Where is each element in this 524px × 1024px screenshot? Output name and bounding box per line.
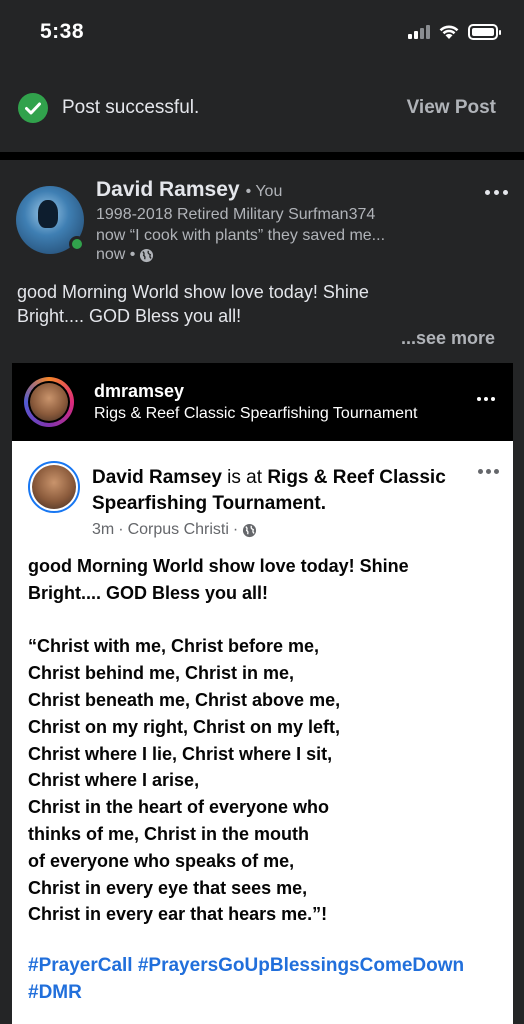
you-badge: • You (245, 183, 283, 200)
post-header: David Ramsey • You 1998-2018 Retired Mil… (16, 178, 510, 268)
post-success-banner: Post successful. View Post (0, 64, 524, 152)
hashtag-link[interactable]: #PrayerCall (28, 955, 133, 976)
instagram-username[interactable]: dmramsey (94, 381, 417, 402)
instagram-header: dmramsey Rigs & Reef Classic Spearfishin… (12, 363, 513, 441)
battery-icon (468, 24, 501, 40)
view-post-button[interactable]: View Post (407, 97, 496, 119)
post-text-line: good Morning World show love today! Shin… (17, 282, 369, 302)
instagram-avatar[interactable] (24, 377, 74, 427)
inner-post-time: 3m (92, 521, 115, 538)
wifi-icon (439, 25, 459, 39)
hashtag-link[interactable]: #DMR (28, 982, 82, 1003)
globe-icon[interactable] (139, 248, 154, 263)
meta-separator: · (232, 521, 239, 538)
status-icons (408, 24, 501, 40)
inner-options-icon (478, 469, 499, 474)
inner-author-name: David Ramsey (92, 467, 222, 488)
meta-separator: · (118, 521, 124, 538)
inner-post-title: David Ramsey is at Rigs & Reef Classic S… (92, 465, 462, 517)
inner-post-meta: 3m · Corpus Christi · (92, 521, 257, 539)
instagram-options-icon[interactable] (477, 397, 495, 401)
post-meta: now • (96, 246, 456, 264)
divider (0, 152, 524, 160)
bio-line: 1998-2018 Retired Military Surfman374 (96, 206, 376, 223)
online-status-dot (69, 236, 85, 252)
post-options-icon[interactable] (483, 184, 510, 201)
see-more-link[interactable]: ...see more (401, 328, 495, 349)
shared-instagram-post[interactable]: dmramsey Rigs & Reef Classic Spearfishin… (12, 363, 513, 1024)
inner-post-city: Corpus Christi (127, 521, 229, 538)
check-circle-icon (18, 93, 48, 123)
status-bar: 5:38 (0, 0, 524, 64)
author-name[interactable]: David Ramsey (96, 178, 240, 202)
globe-icon (243, 523, 257, 537)
shared-post-image: David Ramsey is at Rigs & Reef Classic S… (12, 441, 513, 1024)
post-text: good Morning World show love today! Shin… (17, 280, 507, 328)
post-text-line: Bright.... GOD Bless you all! (17, 306, 242, 326)
hashtags: #PrayerCall #PrayersGoUpBlessingsComeDow… (28, 952, 503, 1006)
instagram-location[interactable]: Rigs & Reef Classic Spearfishing Tournam… (94, 405, 417, 423)
bio-line: now “I cook with plants” they saved me..… (96, 227, 386, 244)
success-message: Post successful. (62, 97, 200, 118)
hashtag-link[interactable]: #PrayersGoUpBlessingsComeDown (138, 955, 464, 976)
feed-post: David Ramsey • You 1998-2018 Retired Mil… (0, 160, 524, 1024)
is-at-text: is at (221, 467, 268, 488)
inner-post-text: good Morning World show love today! Shin… (28, 556, 409, 925)
author-avatar[interactable] (16, 186, 85, 254)
inner-author-avatar (28, 461, 80, 513)
cellular-signal-icon (408, 25, 430, 39)
post-time: now • (96, 246, 136, 263)
clock: 5:38 (40, 20, 85, 43)
author-bio: 1998-2018 Retired Military Surfman374 no… (96, 204, 456, 246)
